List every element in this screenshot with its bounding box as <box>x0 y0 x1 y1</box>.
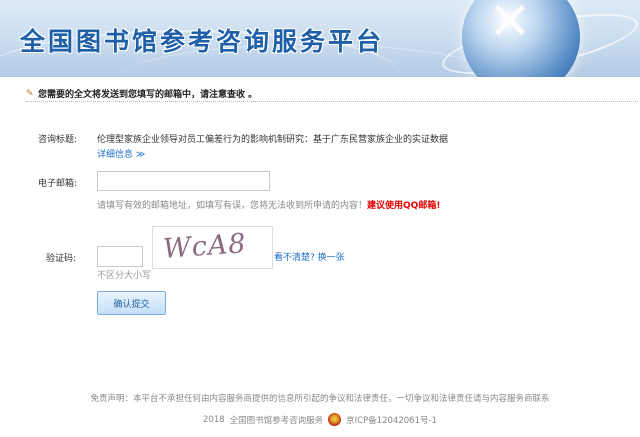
captcha-input[interactable] <box>97 246 143 267</box>
detail-info-link[interactable]: 详细信息 ≫ <box>97 147 145 160</box>
globe-x-mark: ✕ <box>488 0 532 52</box>
police-emblem-icon <box>328 413 342 426</box>
captcha-image[interactable]: WcA8 <box>152 226 273 269</box>
email-label: 电子邮箱: <box>38 179 78 189</box>
email-hint: 请填写有效的邮箱地址，如填写有误，您将无法收到所申请的内容！建议使用QQ邮箱! <box>97 198 440 211</box>
topic-value: 伦理型家族企业领导对员工偏差行为的影响机制研究：基于广东民营家族企业的实证数据 <box>97 135 449 145</box>
disclaimer: 免责声明：本平台不承担任何由内容服务商提供的信息所引起的争议和法律责任，一切争议… <box>90 394 550 404</box>
captcha-image-text: WcA8 <box>162 228 248 265</box>
copyright-year: 2018 <box>203 414 225 425</box>
email-hint-emphasis: 建议使用QQ邮箱! <box>367 201 441 211</box>
topic-label: 咨询标题: <box>38 135 78 145</box>
captcha-label: 验证码: <box>46 254 77 264</box>
submit-button[interactable]: 确认提交 <box>97 291 166 315</box>
email-hint-text: 请填写有效的邮箱地址，如填写有误，您将无法收到所申请的内容！ <box>97 201 368 211</box>
email-field[interactable] <box>97 171 270 191</box>
case-insensitive-hint: 不区分大小写 <box>97 271 152 281</box>
refresh-captcha-link[interactable]: 看不清楚? 换一张 <box>274 250 345 263</box>
footer: 2018 全国图书馆参考咨询服务 京ICP备12042061号-1 <box>0 413 640 426</box>
notice-bar: ✎ 您需要的全文将发送到您填写的邮箱中，请注意查收 。 <box>26 86 638 102</box>
icp-link[interactable]: 京ICP备12042061号-1 <box>346 414 437 426</box>
notice-message: 您需要的全文将发送到您填写的邮箱中，请注意查收 。 <box>38 90 258 100</box>
site-title: 全国图书馆参考咨询服务平台 <box>20 27 385 56</box>
pencil-icon: ✎ <box>26 88 34 99</box>
banner: 全国图书馆参考咨询服务平台 ✕ <box>0 0 640 77</box>
copyright-name: 全国图书馆参考咨询服务 <box>229 415 324 426</box>
